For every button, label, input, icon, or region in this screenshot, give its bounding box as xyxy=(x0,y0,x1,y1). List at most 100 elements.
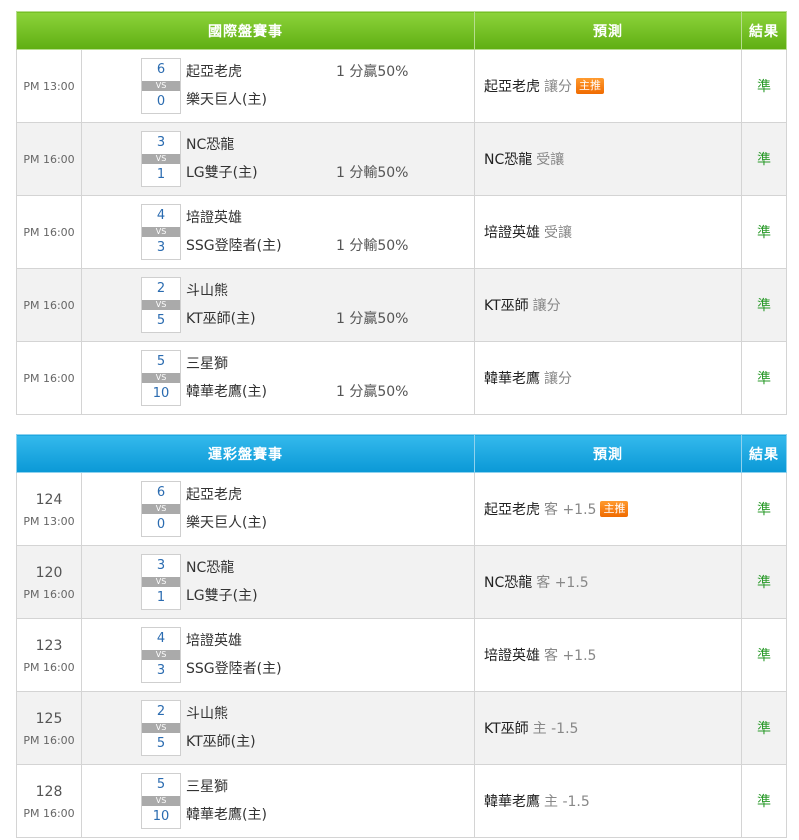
international-board: 國際盤賽事 預測 結果 PM 13:00 6 VS 0 起亞老虎 1 分贏50%… xyxy=(16,11,787,415)
away-score: 4 xyxy=(156,208,166,223)
prediction-team: 韓華老鷹 xyxy=(484,371,540,387)
game-time: PM 16:00 xyxy=(23,152,75,166)
home-score: 3 xyxy=(156,663,166,678)
home-score: 1 xyxy=(156,167,166,182)
team-names: 三星獅 韓華老鷹(主) 1 分贏50% xyxy=(186,350,466,406)
prediction-pick: 客 +1.5 xyxy=(544,502,597,518)
prediction-cell: KT巫師主 -1.5 xyxy=(474,691,742,765)
match-row: PM 16:00 5 VS 10 三星獅 韓華老鷹(主) 1 分贏50% 韓華老… xyxy=(16,341,787,415)
home-team: 樂天巨人(主) xyxy=(186,92,267,108)
matchup-cell: 3 VS 1 NC恐龍 LG雙子(主) xyxy=(81,545,475,619)
time-cell: PM 13:00 xyxy=(16,49,82,123)
prediction-team: KT巫師 xyxy=(484,298,529,314)
team-names: 斗山熊 KT巫師(主) 1 分贏50% xyxy=(186,277,466,333)
matchup-cell: 5 VS 10 三星獅 韓華老鷹(主) xyxy=(81,764,475,838)
time-cell: 128 PM 16:00 xyxy=(16,764,82,838)
prediction-pick: 讓分 xyxy=(532,298,561,314)
team-names: 斗山熊 KT巫師(主) xyxy=(186,700,466,756)
home-score: 0 xyxy=(156,94,166,109)
game-code: 123 xyxy=(35,637,63,654)
featured-pick-badge: 主推 xyxy=(576,78,604,94)
prediction-team: 起亞老虎 xyxy=(484,79,540,95)
sports-lottery-board: 運彩盤賽事 預測 結果 124 PM 13:00 6 VS 0 起亞老虎 樂天巨… xyxy=(16,434,787,838)
result-cell: 準 xyxy=(741,618,787,692)
matchup-cell: 2 VS 5 斗山熊 KT巫師(主) xyxy=(81,691,475,765)
home-team: KT巫師(主) xyxy=(186,734,256,750)
prediction-pick: 讓分 xyxy=(544,79,572,95)
vs-divider: VS xyxy=(142,154,180,164)
away-team: 培證英雄 xyxy=(186,633,242,649)
match-row: PM 13:00 6 VS 0 起亞老虎 1 分贏50% 樂天巨人(主) 起亞老… xyxy=(16,49,787,123)
away-score: 2 xyxy=(156,704,166,719)
vs-divider: VS xyxy=(142,300,180,310)
game-time: PM 13:00 xyxy=(23,79,75,93)
away-team: NC恐龍 xyxy=(186,560,235,576)
away-score: 6 xyxy=(156,485,166,500)
vs-divider: VS xyxy=(142,81,180,91)
handicap-home: 1 分輸50% xyxy=(336,238,409,254)
away-team: NC恐龍 xyxy=(186,137,235,153)
result-cell: 準 xyxy=(741,341,787,415)
away-score: 2 xyxy=(156,281,166,296)
matchup-cell: 4 VS 3 培證英雄 SSG登陸者(主) xyxy=(81,618,475,692)
game-code: 120 xyxy=(35,564,63,581)
away-team: 斗山熊 xyxy=(186,706,228,722)
result-cell: 準 xyxy=(741,268,787,342)
vs-divider: VS xyxy=(142,227,180,237)
prediction-header: 預測 xyxy=(474,11,742,50)
prediction-pick: 受讓 xyxy=(536,152,565,168)
match-row: 125 PM 16:00 2 VS 5 斗山熊 KT巫師(主) KT巫師主 -1… xyxy=(16,691,787,765)
home-team: 韓華老鷹(主) xyxy=(186,807,267,823)
time-cell: PM 16:00 xyxy=(16,122,82,196)
result-cell: 準 xyxy=(741,195,787,269)
away-team: 三星獅 xyxy=(186,779,228,795)
team-names: 培證英雄 SSG登陸者(主) xyxy=(186,627,466,683)
game-time: PM 16:00 xyxy=(23,371,75,385)
team-names: 培證英雄 SSG登陸者(主) 1 分輸50% xyxy=(186,204,466,260)
match-row: PM 16:00 3 VS 1 NC恐龍 LG雙子(主) 1 分輸50% NC恐… xyxy=(16,122,787,196)
home-team: 樂天巨人(主) xyxy=(186,515,267,531)
time-cell: 120 PM 16:00 xyxy=(16,545,82,619)
prediction-team: 培證英雄 xyxy=(484,648,540,664)
team-names: 三星獅 韓華老鷹(主) xyxy=(186,773,466,829)
match-row: 124 PM 13:00 6 VS 0 起亞老虎 樂天巨人(主) 起亞老虎客 +… xyxy=(16,472,787,546)
game-time: PM 16:00 xyxy=(23,298,75,312)
prediction-pick: 受讓 xyxy=(544,225,572,241)
lottery-header-row: 運彩盤賽事 預測 結果 xyxy=(16,434,787,473)
matchup-cell: 6 VS 0 起亞老虎 樂天巨人(主) xyxy=(81,472,475,546)
prediction-cell: 培證英雄 受讓 xyxy=(474,195,742,269)
game-time: PM 16:00 xyxy=(23,587,75,601)
away-score: 3 xyxy=(156,135,166,150)
prediction-cell: NC恐龍客 +1.5 xyxy=(474,545,742,619)
scorebox: 6 VS 0 xyxy=(141,481,181,537)
prediction-cell: 培證英雄客 +1.5 xyxy=(474,618,742,692)
event-header: 運彩盤賽事 xyxy=(16,434,475,473)
game-time: PM 16:00 xyxy=(23,225,75,239)
match-row: 128 PM 16:00 5 VS 10 三星獅 韓華老鷹(主) 韓華老鷹主 -… xyxy=(16,764,787,838)
home-team: LG雙子(主) xyxy=(186,588,258,604)
scorebox: 3 VS 1 xyxy=(141,554,181,610)
game-time: PM 16:00 xyxy=(23,806,75,820)
home-team: 韓華老鷹(主) xyxy=(186,384,267,400)
handicap-home: 1 分輸50% xyxy=(336,165,409,181)
away-team: 起亞老虎 xyxy=(186,487,242,503)
prediction-pick: 讓分 xyxy=(544,371,572,387)
away-score: 4 xyxy=(156,631,166,646)
time-cell: PM 16:00 xyxy=(16,341,82,415)
team-names: 起亞老虎 樂天巨人(主) xyxy=(186,481,466,537)
vs-divider: VS xyxy=(142,577,180,587)
prediction-team: KT巫師 xyxy=(484,721,529,737)
vs-divider: VS xyxy=(142,373,180,383)
away-team: 斗山熊 xyxy=(186,283,228,299)
scorebox: 4 VS 3 xyxy=(141,627,181,683)
game-time: PM 16:00 xyxy=(23,660,75,674)
scorebox: 2 VS 5 xyxy=(141,277,181,333)
prediction-pick: 客 +1.5 xyxy=(536,575,589,591)
time-cell: 124 PM 13:00 xyxy=(16,472,82,546)
time-cell: PM 16:00 xyxy=(16,195,82,269)
prediction-cell: KT巫師 讓分 xyxy=(474,268,742,342)
prediction-team: NC恐龍 xyxy=(484,152,533,168)
home-score: 5 xyxy=(156,313,166,328)
away-team: 三星獅 xyxy=(186,356,228,372)
time-cell: 123 PM 16:00 xyxy=(16,618,82,692)
